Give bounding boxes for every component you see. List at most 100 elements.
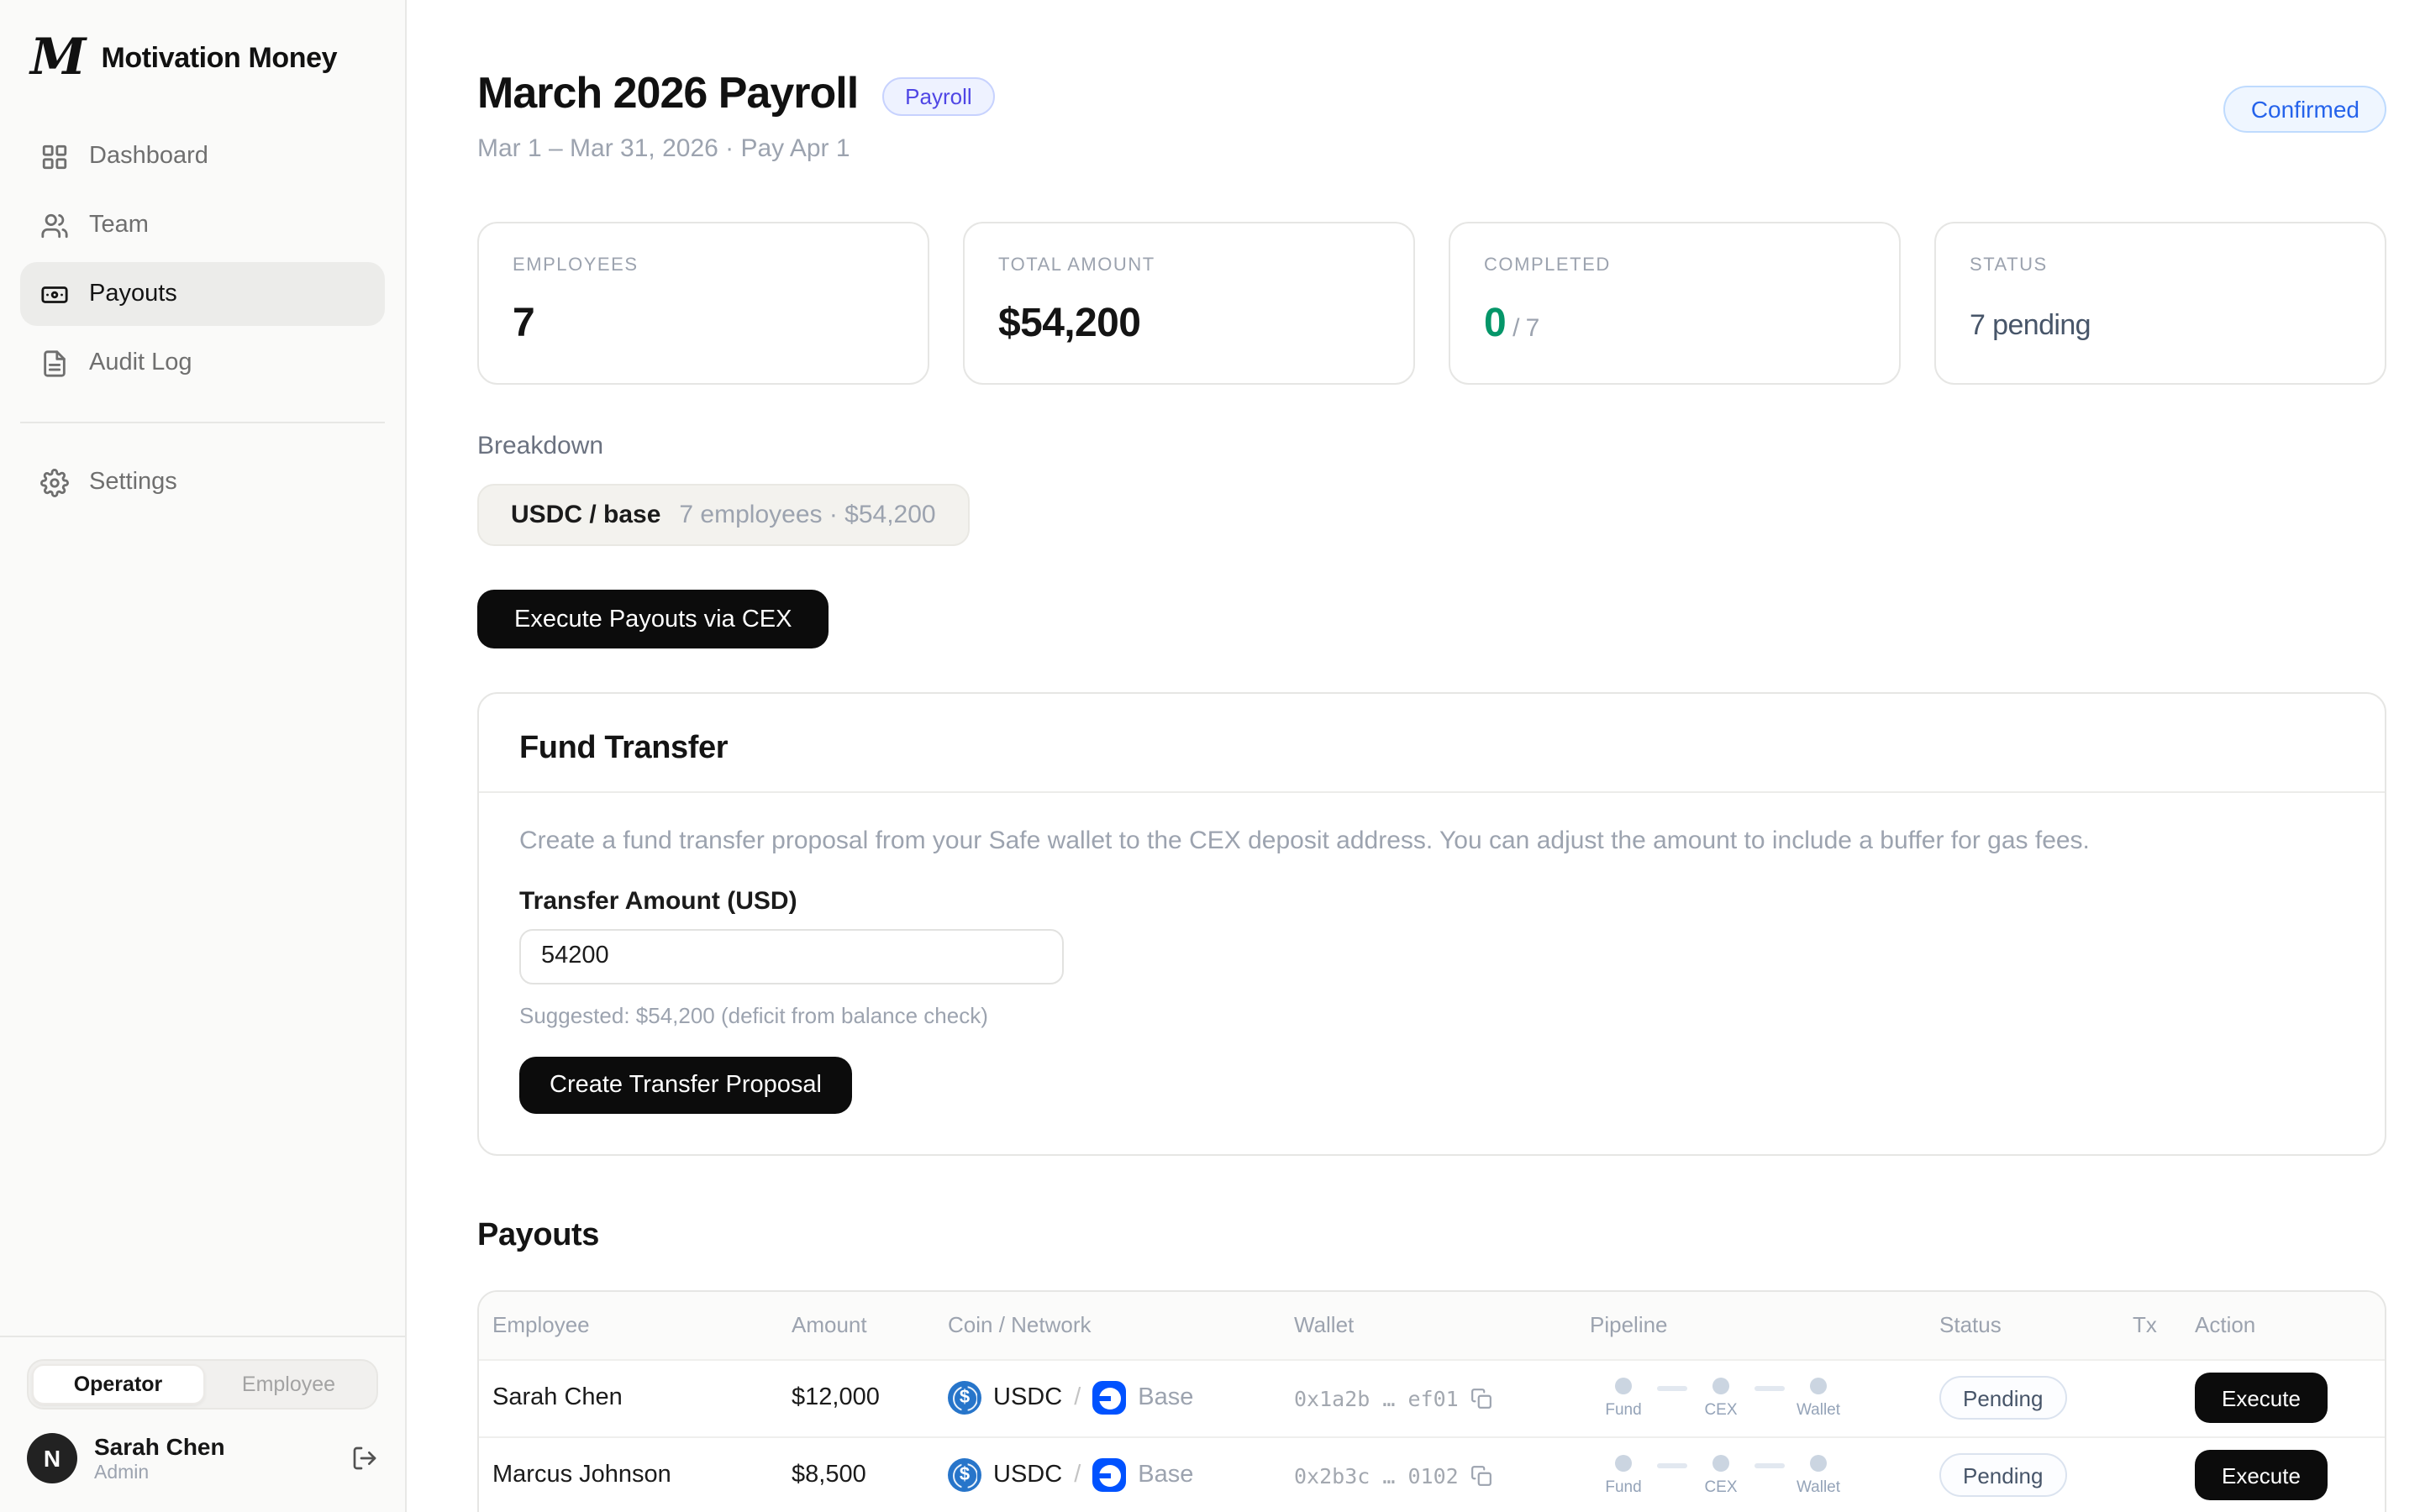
pipeline-indicator: FundCEXWallet xyxy=(1590,1455,1939,1497)
sidebar-item-team[interactable]: Team xyxy=(20,193,385,257)
wallet-cell: 0x1a2b … ef01 xyxy=(1294,1386,1590,1411)
payouts-table-header: EmployeeAmountCoin / NetworkWalletPipeli… xyxy=(479,1292,2385,1359)
pipeline-step-cex: CEX xyxy=(1687,1455,1754,1497)
brand-logo-icon: M xyxy=(30,34,82,84)
pipeline-connector xyxy=(1754,1386,1785,1391)
breakdown-chip: USDC / base 7 employees · $54,200 xyxy=(477,484,970,546)
sidebar-nav: Dashboard Team Payouts Audit Log xyxy=(0,124,405,395)
column-header-wallet: Wallet xyxy=(1294,1313,1590,1338)
column-header-employee: Employee xyxy=(492,1313,792,1338)
usdc-icon: $ xyxy=(948,1382,981,1415)
sidebar-item-audit-log[interactable]: Audit Log xyxy=(20,331,385,395)
main-content: March 2026 Payroll Payroll Mar 1 – Mar 3… xyxy=(407,0,2420,1512)
page-title: March 2026 Payroll xyxy=(477,67,858,119)
pipeline-connector xyxy=(1657,1463,1687,1468)
coin-symbol: USDC xyxy=(993,1462,1062,1489)
column-header-coin-network: Coin / Network xyxy=(948,1313,1294,1338)
dashboard-icon xyxy=(40,142,69,171)
copy-icon[interactable] xyxy=(1470,1388,1492,1410)
audit-log-icon xyxy=(40,349,69,377)
stats-row: EMPLOYEES 7 TOTAL AMOUNT $54,200 COMPLET… xyxy=(477,222,2386,385)
sidebar-divider xyxy=(20,422,385,423)
pipeline-step-fund: Fund xyxy=(1590,1455,1657,1497)
status-badge: Pending xyxy=(1939,1454,2066,1498)
sidebar-item-dashboard[interactable]: Dashboard xyxy=(20,124,385,188)
employee-name: Marcus Johnson xyxy=(492,1462,792,1489)
pipeline-connector xyxy=(1754,1463,1785,1468)
column-header-amount: Amount xyxy=(792,1313,948,1338)
pipeline-connector xyxy=(1657,1386,1687,1391)
coin-network-cell: $USDC/Base xyxy=(948,1382,1294,1415)
transfer-amount-label: Transfer Amount (USD) xyxy=(519,887,2344,916)
logout-icon[interactable] xyxy=(351,1446,378,1473)
pipeline-dot xyxy=(1712,1378,1729,1394)
stat-card-status: STATUS 7 pending xyxy=(1934,222,2386,385)
usdc-icon: $ xyxy=(948,1459,981,1493)
employee-name: Sarah Chen xyxy=(492,1385,792,1412)
wallet-address: 0x1a2b … ef01 xyxy=(1294,1386,1459,1411)
wallet-cell: 0x2b3c … 0102 xyxy=(1294,1463,1590,1488)
stat-label: COMPLETED xyxy=(1484,255,1865,276)
stat-label: EMPLOYEES xyxy=(513,255,894,276)
pipeline-step-cex: CEX xyxy=(1687,1378,1754,1420)
stat-value: $54,200 xyxy=(998,301,1380,348)
coin-network-cell: $USDC/Base xyxy=(948,1459,1294,1493)
stat-label: TOTAL AMOUNT xyxy=(998,255,1380,276)
fund-transfer-description: Create a fund transfer proposal from you… xyxy=(519,827,2344,858)
sidebar: M Motivation Money Dashboard Team Payout… xyxy=(0,0,407,1512)
pay-period-subtitle: Mar 1 – Mar 31, 2026 · Pay Apr 1 xyxy=(477,134,996,163)
sidebar-item-label: Payouts xyxy=(89,281,177,307)
suggested-amount-hint: Suggested: $54,200 (deficit from balance… xyxy=(519,1003,2344,1028)
payout-row: Marcus Johnson $8,500 $USDC/Base 0x2b3c … xyxy=(479,1436,2385,1512)
brand: M Motivation Money xyxy=(0,0,405,124)
pipeline-step-fund: Fund xyxy=(1590,1378,1657,1420)
base-network-icon xyxy=(1092,1459,1126,1493)
payouts-icon xyxy=(40,280,69,308)
fund-transfer-title: Fund Transfer xyxy=(519,731,2344,768)
pipeline-dot xyxy=(1712,1455,1729,1472)
user-name: Sarah Chen xyxy=(94,1432,334,1459)
pipeline-step-wallet: Wallet xyxy=(1785,1378,1852,1420)
column-header-status: Status xyxy=(1939,1313,2133,1338)
column-header-action: Action xyxy=(2195,1313,2365,1338)
app-window: M Motivation Money Dashboard Team Payout… xyxy=(0,0,2420,1512)
sidebar-footer: OperatorEmployee N Sarah Chen Admin xyxy=(0,1335,405,1512)
stat-value: 7 pending xyxy=(1970,309,2351,343)
brand-name: Motivation Money xyxy=(101,42,337,76)
stat-card-employees: EMPLOYEES 7 xyxy=(477,222,929,385)
execute-payouts-button[interactable]: Execute Payouts via CEX xyxy=(477,590,829,648)
pipeline-dot xyxy=(1615,1455,1632,1472)
role-toggle-operator[interactable]: Operator xyxy=(32,1363,204,1404)
stat-card-completed: COMPLETED 0/ 7 xyxy=(1449,222,1901,385)
avatar: N xyxy=(27,1434,77,1484)
confirmed-status-badge: Confirmed xyxy=(2224,86,2386,133)
sidebar-item-label: Dashboard xyxy=(89,143,208,170)
transfer-amount-input[interactable] xyxy=(519,929,1064,984)
pipeline-dot xyxy=(1810,1455,1827,1472)
sidebar-item-payouts[interactable]: Payouts xyxy=(20,262,385,326)
copy-icon[interactable] xyxy=(1470,1465,1492,1487)
team-icon xyxy=(40,211,69,239)
pipeline-indicator: Fund CEX Wallet xyxy=(1590,1378,1939,1420)
execute-row-button[interactable]: Execute xyxy=(2195,1373,2328,1424)
payout-amount: $12,000 xyxy=(792,1385,948,1412)
stat-label: STATUS xyxy=(1970,255,2351,276)
role-toggle: OperatorEmployee xyxy=(27,1358,378,1409)
column-header-pipeline: Pipeline xyxy=(1590,1313,1939,1338)
sidebar-item-label: Team xyxy=(89,212,149,239)
role-toggle-employee[interactable]: Employee xyxy=(204,1363,373,1404)
page-header: March 2026 Payroll Payroll Mar 1 – Mar 3… xyxy=(477,67,2386,163)
stat-value: 0/ 7 xyxy=(1484,301,1865,348)
breakdown-chip-detail: 7 employees · $54,200 xyxy=(679,501,935,529)
status-badge: Pending xyxy=(1939,1377,2066,1420)
create-transfer-proposal-button[interactable]: Create Transfer Proposal xyxy=(519,1057,852,1114)
sidebar-item-label: Audit Log xyxy=(89,349,192,376)
execute-row-button[interactable]: Execute xyxy=(2195,1451,2328,1501)
sidebar-item-label: Settings xyxy=(89,469,177,496)
user-role: Admin xyxy=(94,1463,334,1485)
network-name: Base xyxy=(1138,1385,1193,1412)
sidebar-item-settings[interactable]: Settings xyxy=(20,450,385,514)
payouts-section-title: Payouts xyxy=(477,1218,2386,1255)
breakdown-label: Breakdown xyxy=(477,432,2386,460)
breakdown-chip-coin: USDC / base xyxy=(511,501,660,529)
